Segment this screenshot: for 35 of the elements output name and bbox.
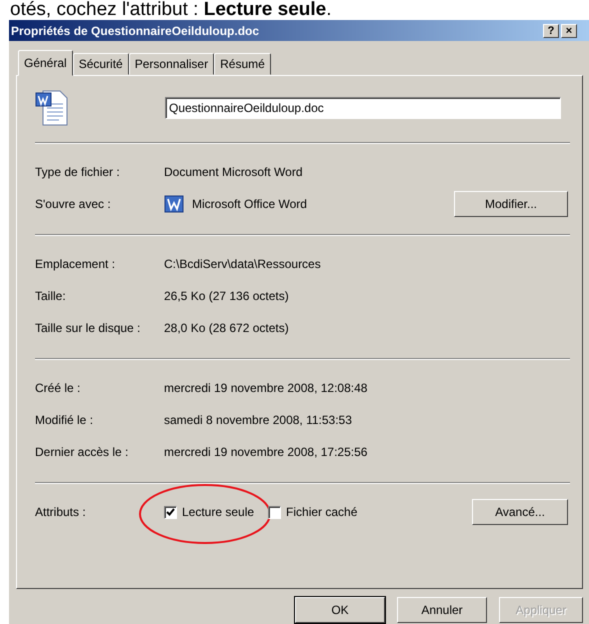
dialog-button[interactable]: Annuler xyxy=(397,597,487,623)
window-title: Propriétés de QuestionnaireOeilduloup.doc xyxy=(11,24,260,38)
field-value: samedi 8 novembre 2008, 11:53:53 xyxy=(164,413,352,427)
field-value: mercredi 19 novembre 2008, 17:25:56 xyxy=(164,445,368,459)
field-value: Document Microsoft Word xyxy=(164,165,302,179)
field-label: Taille sur le disque : xyxy=(35,321,142,335)
tab[interactable]: Résumé xyxy=(214,53,271,75)
field-value: mercredi 19 novembre 2008, 12:08:48 xyxy=(164,381,368,395)
field-value: Microsoft Office Word xyxy=(192,197,307,211)
change-button[interactable]: Modifier... xyxy=(454,191,568,217)
field-label: Emplacement : xyxy=(35,257,116,271)
field-label: Dernier accès le : xyxy=(35,445,130,459)
tab[interactable]: Général xyxy=(18,50,73,76)
document-icon xyxy=(35,90,69,126)
field-label: Taille: xyxy=(35,289,67,303)
file-name-field[interactable]: QuestionnaireOeilduloup.doc xyxy=(165,97,561,119)
advanced-button[interactable]: Avancé... xyxy=(472,499,568,525)
tab[interactable]: Personnaliser xyxy=(128,53,214,75)
field-value: C:\BcdiServ\data\Ressources xyxy=(164,257,321,271)
checkbox-label: Fichier caché xyxy=(286,505,358,519)
field-value: 28,0 Ko (28 672 octets) xyxy=(164,321,289,335)
dialog-button[interactable]: OK xyxy=(295,597,385,623)
field-label: Type de fichier : xyxy=(35,165,121,179)
tab[interactable]: Sécurité xyxy=(72,53,129,75)
instruction-text: otés, cochez l'attribut : Lecture seule. xyxy=(9,0,333,20)
field-label: Attributs : xyxy=(35,505,87,519)
help-button[interactable]: ? xyxy=(543,24,559,38)
close-button[interactable]: × xyxy=(561,24,577,38)
checkbox[interactable] xyxy=(164,506,177,518)
checkbox-label: Lecture seule xyxy=(182,505,254,519)
field-label: S'ouvre avec : xyxy=(35,197,112,211)
field-label: Créé le : xyxy=(35,381,82,395)
checkbox[interactable] xyxy=(268,506,282,518)
field-label: Modifié le : xyxy=(35,413,94,427)
field-value: 26,5 Ko (27 136 octets) xyxy=(164,289,289,303)
